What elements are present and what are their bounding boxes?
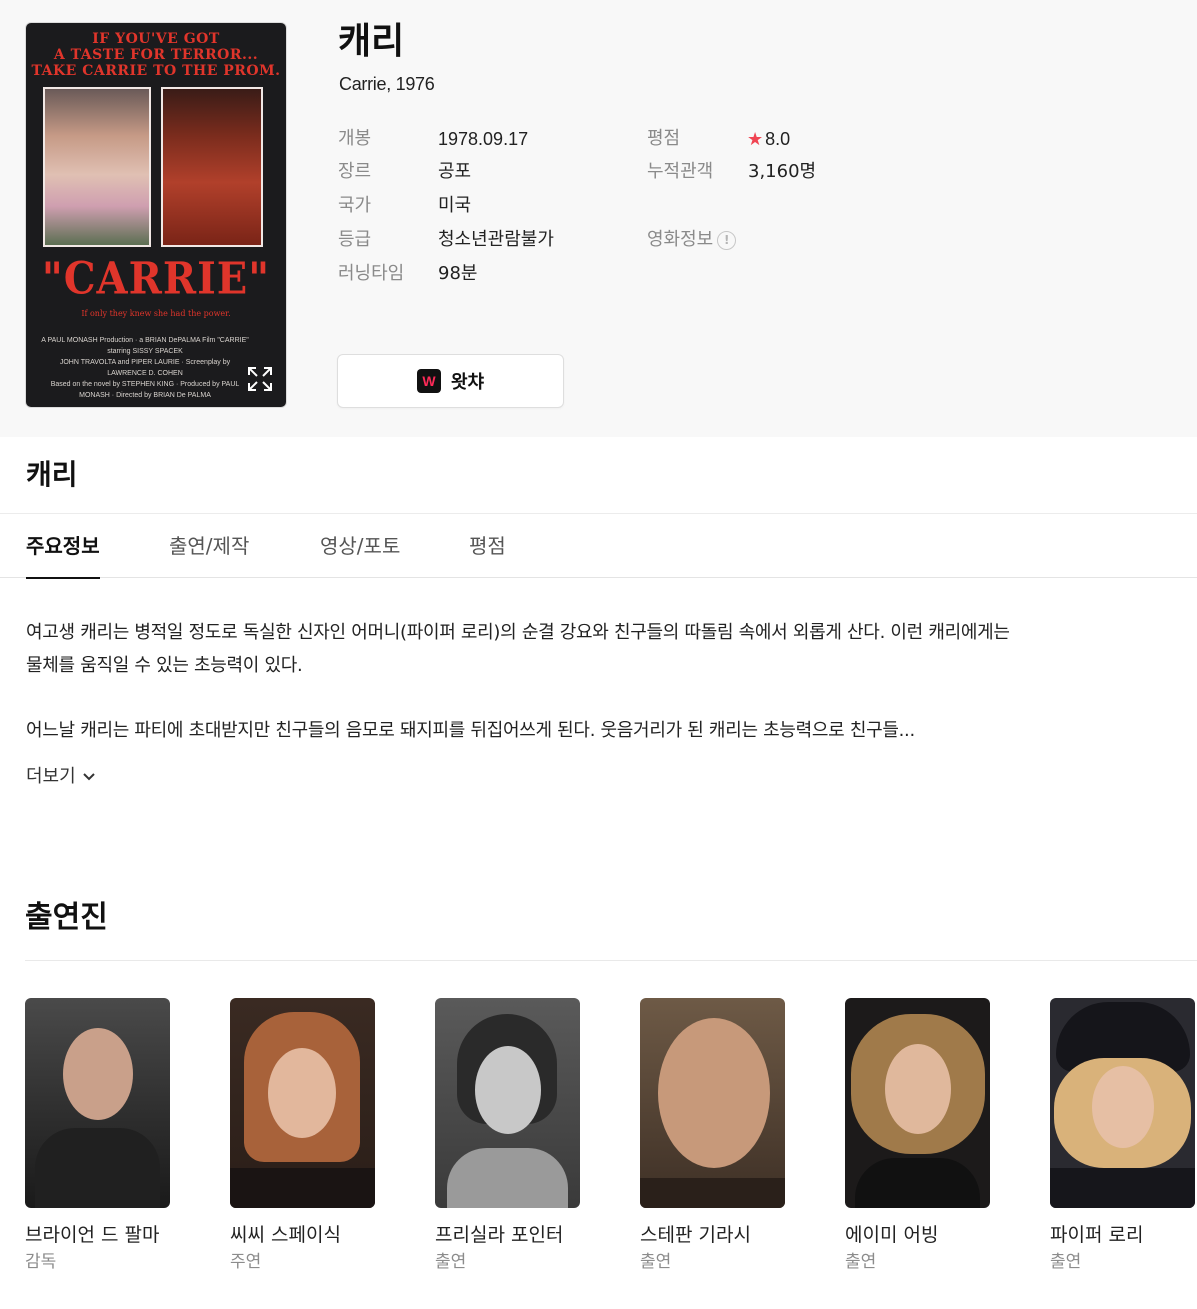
cast-name: 파이퍼 로리 xyxy=(1050,1224,1144,1246)
genre-label: 장르 xyxy=(338,161,372,182)
cast-photo xyxy=(1050,998,1195,1208)
cast-role: 감독 xyxy=(25,1252,57,1272)
cast-photo xyxy=(640,998,785,1208)
grade-value: 청소년관람불가 xyxy=(438,229,554,250)
rating-value: 8.0 xyxy=(765,129,791,149)
cast-card[interactable]: 파이퍼 로리 출연 xyxy=(1050,998,1195,1274)
exclamation-info-icon[interactable]: ! xyxy=(717,231,737,250)
cast-role: 출연 xyxy=(1050,1252,1082,1272)
star-icon: ★ xyxy=(747,129,764,150)
expand-icon[interactable] xyxy=(246,365,274,393)
cast-card[interactable]: 스테판 기라시 출연 xyxy=(640,998,785,1274)
more-label: 더보기 xyxy=(26,766,76,787)
poster-tagline: IF YOU'VE GOT A TASTE FOR TERROR... TAKE… xyxy=(31,31,281,79)
cast-name: 브라이언 드 팔마 xyxy=(25,1224,160,1246)
movie-original-title-year: Carrie, 1976 xyxy=(339,74,435,94)
country-label: 국가 xyxy=(338,195,372,216)
grade-label: 등급 xyxy=(338,229,372,250)
cast-divider xyxy=(25,960,1197,961)
cast-name: 스테판 기라시 xyxy=(640,1224,751,1246)
movie-info-label: 영화정보 xyxy=(647,229,714,250)
poster-subline: If only they knew she had the power. xyxy=(81,309,231,318)
section-movie-title: 캐리 xyxy=(26,458,78,491)
detail-tabs: 주요정보 출연/제작 영상/포토 평점 xyxy=(0,513,1197,579)
tab-cast-crew[interactable]: 출연/제작 xyxy=(169,514,249,578)
movie-poster[interactable]: IF YOU'VE GOT A TASTE FOR TERROR... TAKE… xyxy=(25,22,287,408)
cast-role: 출연 xyxy=(640,1252,672,1272)
cast-photo xyxy=(230,998,375,1208)
rating-label: 평점 xyxy=(647,128,681,149)
cast-name: 에이미 어빙 xyxy=(845,1224,939,1246)
genre-value: 공포 xyxy=(438,161,472,182)
audience-label: 누적관객 xyxy=(647,161,714,182)
cast-photo xyxy=(25,998,170,1208)
tab-main-info[interactable]: 주요정보 xyxy=(26,514,100,579)
cast-role: 주연 xyxy=(230,1252,262,1272)
chevron-down-icon xyxy=(82,773,95,781)
release-value: 1978.09.17 xyxy=(438,129,529,149)
poster-title: "CARRIE" xyxy=(41,252,271,305)
country-value: 미국 xyxy=(438,195,472,216)
watcha-button-label: 왓챠 xyxy=(450,372,485,393)
poster-credits: A PAUL MONASH Production · a BRIAN DePAL… xyxy=(41,337,249,399)
cast-card[interactable]: 브라이언 드 팔마 감독 xyxy=(25,998,170,1274)
cast-role: 출연 xyxy=(435,1252,467,1272)
rating-display: ★ 8.0 xyxy=(747,127,790,152)
cast-heading: 출연진 xyxy=(25,900,108,935)
release-label: 개봉 xyxy=(338,128,372,149)
more-button[interactable]: 더보기 xyxy=(26,762,96,792)
runtime-label: 러닝타임 xyxy=(338,263,405,284)
synopsis-paragraph-1: 여고생 캐리는 병적일 정도로 독실한 신자인 어머니(파이퍼 로리)의 순결 … xyxy=(26,622,1010,676)
movie-title: 캐리 xyxy=(338,21,405,62)
cast-name: 프리실라 포인터 xyxy=(435,1224,564,1246)
poster-photo-prom xyxy=(43,87,151,247)
cast-card[interactable]: 씨씨 스페이식 주연 xyxy=(230,998,375,1274)
tab-video-photo[interactable]: 영상/포토 xyxy=(320,514,400,578)
audience-value: 3,160명 xyxy=(748,161,817,182)
poster-photo-blood xyxy=(161,87,263,247)
cast-name: 씨씨 스페이식 xyxy=(230,1224,341,1246)
synopsis-paragraph-2: 어느날 캐리는 파티에 초대받지만 친구들의 음모로 돼지피를 뒤집어쓰게 된다… xyxy=(26,720,915,741)
cast-card[interactable]: 에이미 어빙 출연 xyxy=(845,998,990,1274)
cast-card[interactable]: 프리실라 포인터 출연 xyxy=(435,998,580,1274)
cast-role: 출연 xyxy=(845,1252,877,1272)
runtime-value: 98분 xyxy=(438,263,478,284)
tab-ratings[interactable]: 평점 xyxy=(469,514,506,578)
cast-photo xyxy=(845,998,990,1208)
movie-info-link[interactable]: 영화정보! xyxy=(647,228,737,252)
watcha-logo-icon: W xyxy=(416,369,441,393)
watcha-button[interactable]: W 왓챠 xyxy=(337,354,564,408)
cast-photo xyxy=(435,998,580,1208)
